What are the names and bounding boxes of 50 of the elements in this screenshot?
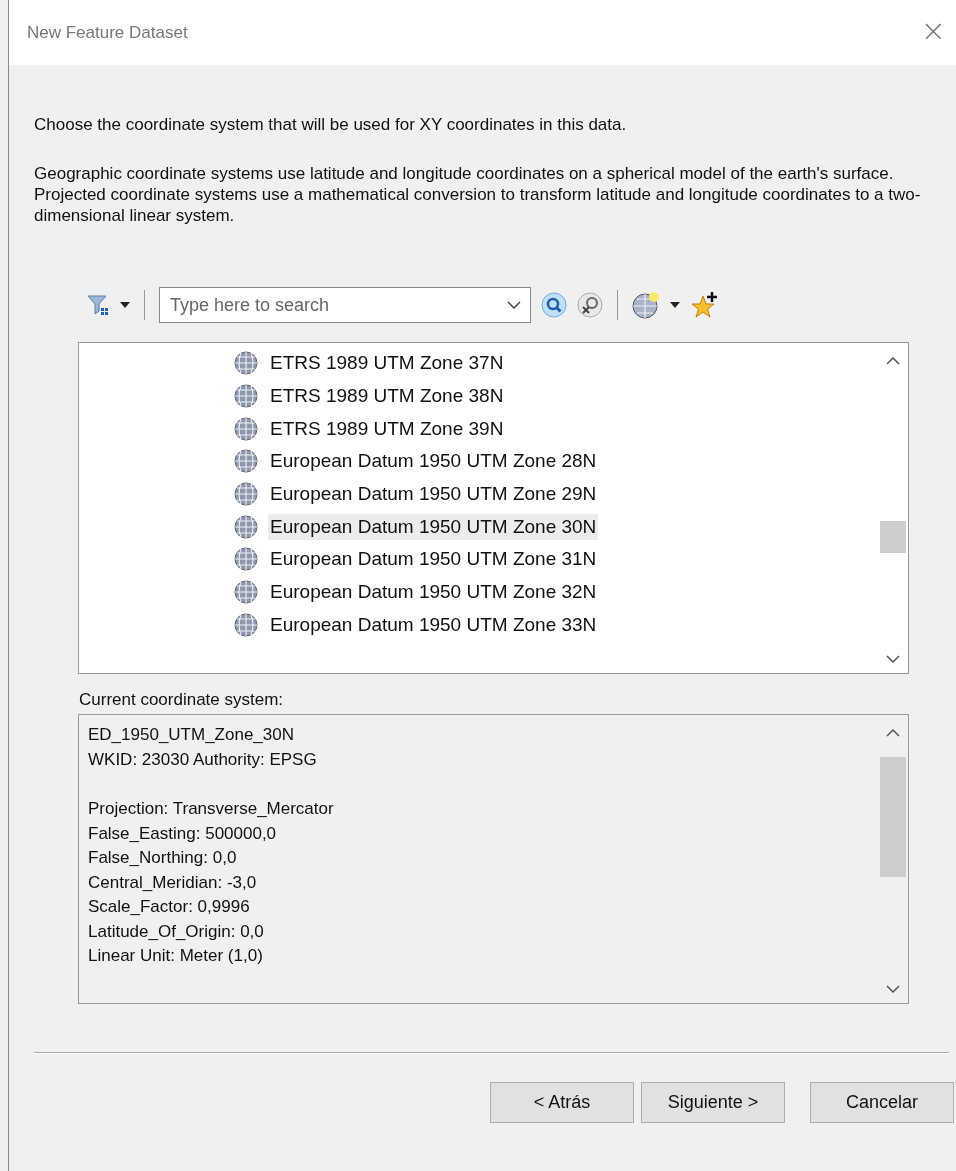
scroll-up-icon[interactable] [886,729,900,737]
detail-line: Central_Meridian: -3,0 [88,872,257,892]
list-item[interactable]: ETRS 1989 UTM Zone 37N [268,350,506,377]
detail-line: Linear Unit: Meter (1,0) [88,946,263,965]
scroll-up-icon[interactable] [886,357,900,365]
list-item[interactable]: European Datum 1950 UTM Zone 33N [268,611,599,638]
detail-line: False_Easting: 500000,0 [88,823,277,843]
search-icon[interactable] [541,292,567,318]
dialog-button[interactable]: < Atrás [490,1082,634,1123]
current-system-label: Current coordinate system: [79,690,285,710]
caret-icon[interactable] [120,302,130,308]
list-item[interactable]: European Datum 1950 UTM Zone 32N [268,579,599,606]
dialog-button[interactable]: Cancelar [810,1082,954,1123]
scroll-thumb[interactable] [880,757,906,877]
list-item[interactable]: ETRS 1989 UTM Zone 38N [268,383,506,410]
search-field[interactable]: Type here to search [159,287,531,323]
list-item[interactable]: European Datum 1950 UTM Zone 31N [268,546,599,573]
globe-icon [234,514,258,539]
detail-line: False_Northing: 0,0 [88,848,237,867]
globe-icon [234,612,258,637]
detail-line: Scale_Factor: 0,9996 [88,897,250,916]
globe-icon [234,449,258,474]
globe-icon[interactable] [632,291,660,319]
globe-icon [234,547,258,572]
detail-line: WKID: 23030 Authority: EPSG [88,749,317,769]
close-button[interactable]: × [910,13,956,52]
intro-text: Choose the coordinate system that will be used for XY coordinates in this data. [34,115,628,135]
dialog-button[interactable]: Siguiente > [641,1082,785,1123]
globe-icon [234,351,258,376]
globe-icon [234,482,258,507]
description-text: Geographic coordinate systems use latitude and longitude coordinates on a spherical model of the earth's surface. Projected coordinate systems use a mathematical conversion to transform latitude and longitude coordinates to a two-dimensional linear system. [34,163,922,226]
list-item[interactable]: European Datum 1950 UTM Zone 30N [268,513,599,540]
detail-line: Projection: Transverse_Mercator [88,799,334,818]
scroll-down-icon[interactable] [886,655,900,663]
list-item[interactable]: European Datum 1950 UTM Zone 28N [268,448,599,475]
filter-icon[interactable] [86,293,110,317]
star-add-icon[interactable] [690,291,718,319]
clear-search-icon[interactable] [577,292,603,318]
scroll-thumb[interactable] [880,521,906,553]
globe-icon [234,580,258,605]
globe-icon [234,416,258,441]
window-title: New Feature Dataset [27,22,188,43]
detail-line: ED_1950_UTM_Zone_30N [88,725,294,744]
globe-icon [234,384,258,409]
caret-icon[interactable] [670,302,680,308]
detail-line: Latitude_Of_Origin: 0,0 [88,921,264,941]
scroll-down-icon[interactable] [886,985,900,993]
list-item[interactable]: ETRS 1989 UTM Zone 39N [268,415,506,442]
list-item[interactable]: European Datum 1950 UTM Zone 29N [268,481,599,508]
chevron-icon[interactable] [507,301,521,309]
